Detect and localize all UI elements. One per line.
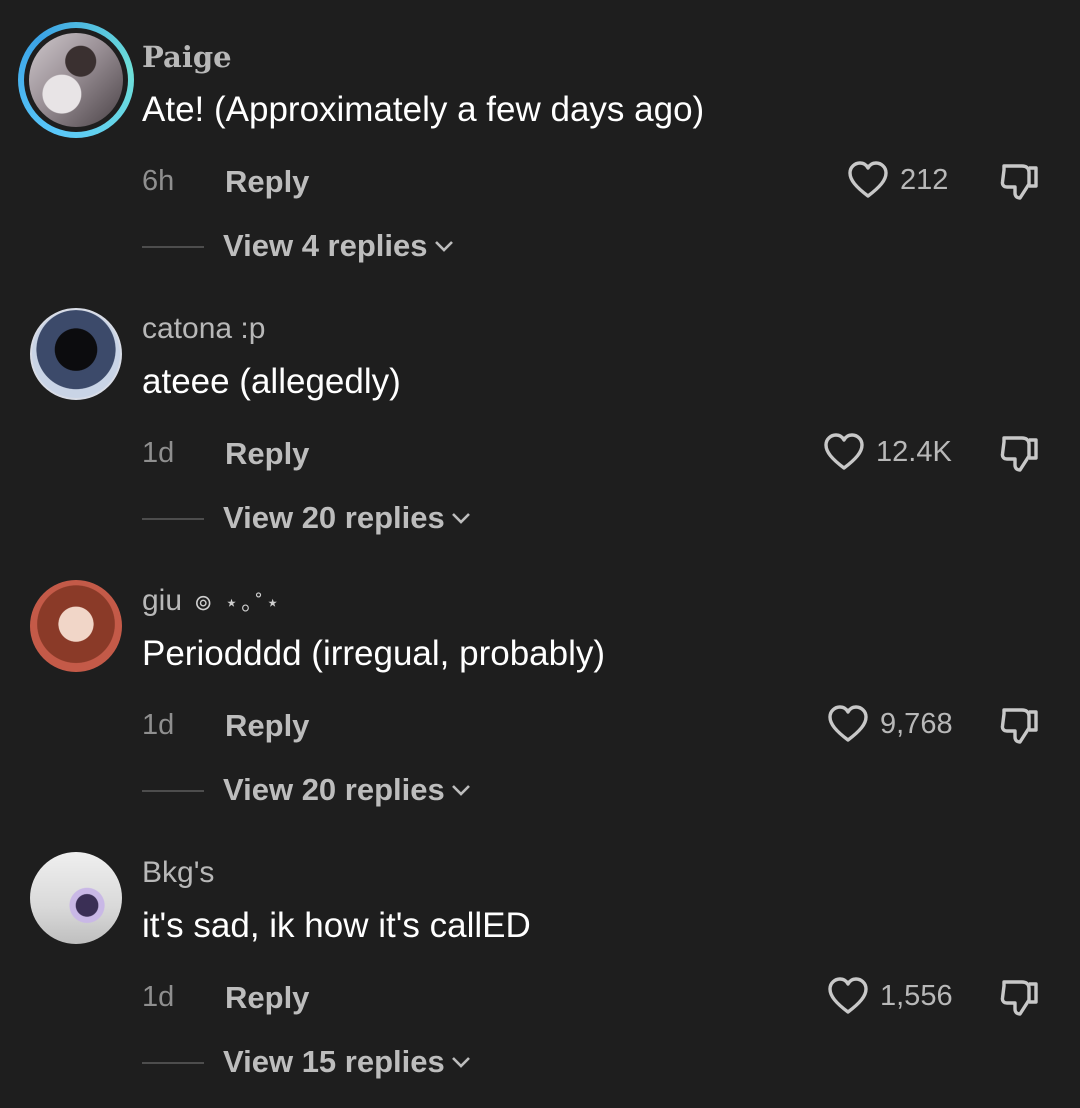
chevron-down-icon (451, 785, 470, 796)
comment-time: 6h (142, 165, 175, 197)
comment-text: it's sad, ik how it's callED (142, 906, 531, 945)
reply-button[interactable]: Reply (225, 980, 309, 1016)
comment-item: catona :p ateee (allegedly) 1d Reply 12.… (0, 272, 1080, 544)
heart-icon (828, 705, 868, 742)
avatar-story-ring[interactable] (18, 22, 134, 138)
comment-item: Paige Ate! (Approximately a few days ago… (0, 0, 1080, 272)
dislike-icon[interactable] (998, 976, 1042, 1020)
view-replies-label: View 20 replies (223, 500, 445, 535)
avatar (29, 33, 123, 127)
comment-text: Ate! (Approximately a few days ago) (142, 90, 705, 129)
avatar[interactable] (30, 852, 122, 944)
comment-time: 1d (142, 437, 175, 469)
dislike-icon[interactable] (998, 160, 1042, 204)
view-replies-label: View 20 replies (223, 772, 445, 807)
view-replies-button[interactable]: View 20 replies (223, 772, 471, 808)
view-replies-button[interactable]: View 15 replies (223, 1044, 471, 1080)
like-count: 212 (900, 163, 949, 196)
username-label: giu (142, 584, 183, 617)
replies-divider (142, 790, 204, 792)
username-decoration: ⊚ ⋆｡˚⋆ (194, 590, 283, 615)
like-count: 12.4K (876, 435, 952, 468)
comment-username[interactable]: Paige (142, 40, 232, 74)
replies-divider (142, 246, 204, 248)
replies-divider (142, 518, 204, 520)
comment-username[interactable]: Bkg's (142, 856, 214, 890)
reply-button[interactable]: Reply (225, 708, 309, 744)
like-count: 9,768 (880, 707, 953, 740)
comment-text: ateee (allegedly) (142, 362, 401, 401)
comment-item: giu ⊚ ⋆｡˚⋆ Periodddd (irregual, probably… (0, 544, 1080, 816)
like-button[interactable]: 212 (846, 160, 948, 200)
chevron-down-icon (451, 513, 470, 524)
view-replies-button[interactable]: View 20 replies (223, 500, 471, 536)
like-button[interactable]: 1,556 (826, 976, 953, 1016)
avatar[interactable] (30, 308, 122, 400)
dislike-icon[interactable] (998, 704, 1042, 748)
reply-button[interactable]: Reply (225, 436, 309, 472)
chevron-down-icon (451, 1057, 470, 1068)
like-count: 1,556 (880, 979, 953, 1012)
avatar[interactable] (30, 580, 122, 672)
replies-divider (142, 1062, 204, 1064)
heart-icon (824, 433, 864, 470)
chevron-down-icon (434, 241, 453, 252)
comment-item: Bkg's it's sad, ik how it's callED 1d Re… (0, 816, 1080, 1088)
view-replies-label: View 15 replies (223, 1044, 445, 1079)
dislike-icon[interactable] (998, 432, 1042, 476)
heart-icon (848, 161, 888, 198)
view-replies-button[interactable]: View 4 replies (223, 228, 454, 264)
like-button[interactable]: 12.4K (822, 432, 952, 472)
comment-text: Periodddd (irregual, probably) (142, 634, 606, 673)
view-replies-label: View 4 replies (223, 228, 428, 263)
comment-time: 1d (142, 981, 175, 1013)
reply-button[interactable]: Reply (225, 164, 309, 200)
comment-username[interactable]: catona :p (142, 312, 265, 346)
comment-time: 1d (142, 709, 175, 741)
like-button[interactable]: 9,768 (826, 704, 953, 744)
heart-icon (828, 977, 868, 1014)
comment-username[interactable]: giu ⊚ ⋆｡˚⋆ (142, 584, 282, 618)
